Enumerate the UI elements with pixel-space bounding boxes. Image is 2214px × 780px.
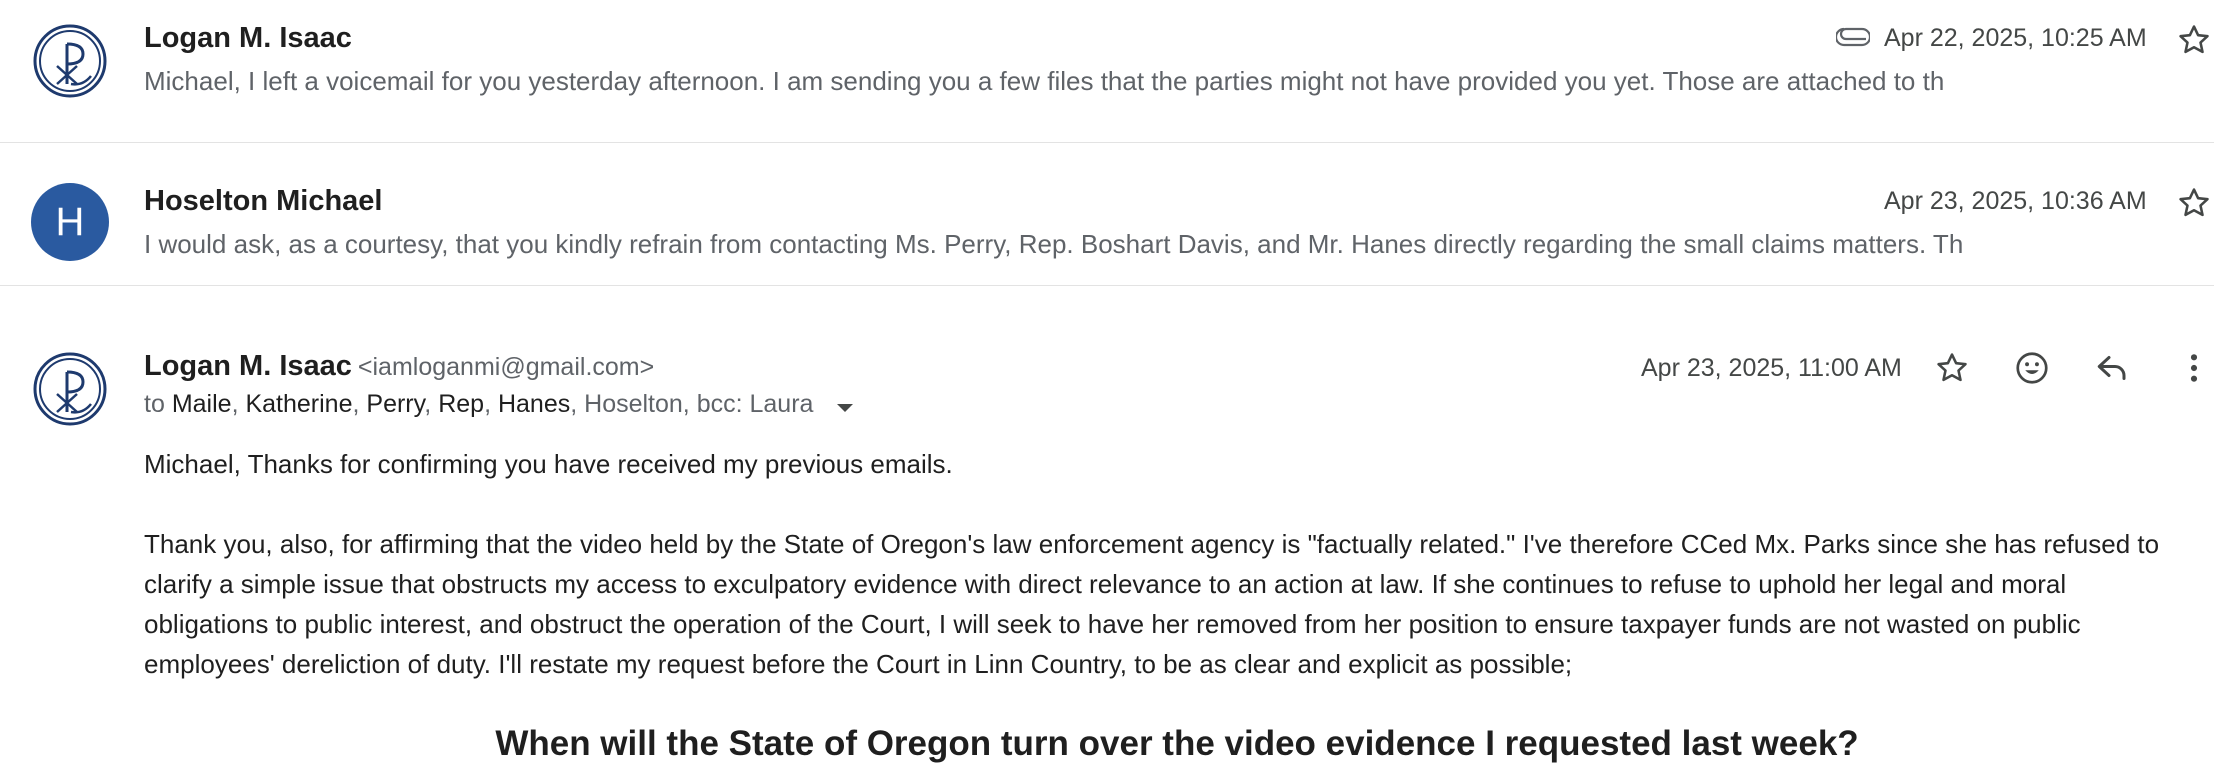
star-icon [1937, 353, 1967, 382]
chi-rho-logo [33, 352, 107, 426]
show-details-button[interactable] [836, 391, 854, 420]
sender-name-text: Logan M. Isaac [144, 350, 352, 382]
caret-down-icon [837, 403, 854, 412]
recipient: Hanes [497, 390, 571, 418]
to-prefix: to [144, 390, 165, 418]
sender-email: <iamloganmi@gmail.com> [357, 353, 655, 381]
reply-icon [2097, 356, 2126, 380]
star-button[interactable] [1928, 344, 1976, 392]
message-expanded: Logan M. Isaac <iamloganmi@gmail.com> Apr… [0, 0, 2214, 780]
message-body-p1: Michael, Thanks for confirming you have … [144, 449, 953, 479]
message-body-p2: Thank you, also, for affirming that the … [144, 529, 2160, 679]
recipient: Perry [366, 390, 425, 418]
message-date: Apr 23, 2025, 11:00 AM [1641, 354, 1902, 382]
reply-button[interactable] [2088, 344, 2136, 392]
message-headline: When will the State of Oregon turn over … [495, 724, 1859, 763]
recipient: Katherine [245, 390, 353, 418]
recipients-line[interactable]: to Maile, Katherine, Perry, Rep, Hanes, … [144, 390, 854, 420]
sender-avatar [31, 350, 109, 428]
add-reaction-button[interactable] [2008, 344, 2056, 392]
sender-name: Logan M. Isaac <iamloganmi@gmail.com> [144, 350, 654, 383]
more-options-button[interactable] [2170, 344, 2214, 392]
more-vert-icon [2190, 354, 2198, 382]
recipient: Rep [438, 390, 485, 418]
emoji-icon [2016, 352, 2048, 384]
recipient: Maile [171, 390, 232, 418]
recipients-more: Hoselton, bcc: Laura [584, 390, 814, 418]
